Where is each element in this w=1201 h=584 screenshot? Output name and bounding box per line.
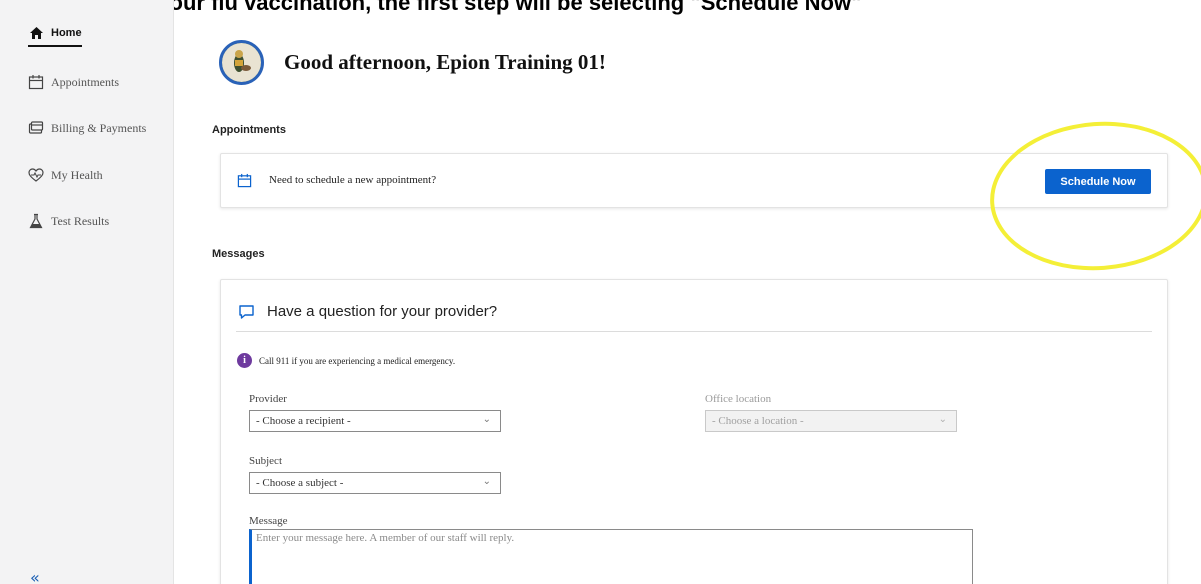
- schedule-now-button[interactable]: Schedule Now: [1045, 169, 1151, 194]
- sidebar: Home Appointments Billing & Payments My …: [0, 0, 174, 584]
- office-location-select-value: - Choose a location -: [712, 415, 804, 427]
- collapse-sidebar-button[interactable]: «: [30, 568, 40, 584]
- provider-select[interactable]: - Choose a recipient - ⌄: [249, 410, 501, 432]
- sidebar-item-label: Home: [51, 27, 82, 39]
- message-textarea[interactable]: Enter your message here. A member of our…: [249, 529, 973, 584]
- sidebar-item-label: Appointments: [51, 74, 119, 89]
- office-location-select[interactable]: - Choose a location - ⌄: [705, 410, 957, 432]
- sidebar-item-billing[interactable]: Billing & Payments: [28, 120, 146, 136]
- heart-icon: [28, 167, 44, 183]
- flask-icon: [28, 213, 44, 229]
- appointments-heading: Appointments: [212, 124, 286, 136]
- messages-card-title: Have a question for your provider?: [267, 303, 498, 320]
- sidebar-item-label: Billing & Payments: [51, 120, 147, 135]
- avatar-image: [222, 43, 261, 82]
- appointment-prompt: Need to schedule a new appointment?: [269, 174, 437, 186]
- appointment-card: Need to schedule a new appointment? Sche…: [220, 153, 1168, 208]
- subject-label: Subject: [249, 455, 282, 467]
- emergency-alert: i Call 911 if you are experiencing a med…: [237, 353, 455, 368]
- calendar-icon: [28, 74, 44, 90]
- subject-select[interactable]: - Choose a subject - ⌄: [249, 472, 501, 494]
- info-icon: i: [237, 353, 252, 368]
- page-greeting: Good afternoon, Epion Training 01!: [284, 50, 606, 74]
- home-icon: [28, 25, 44, 41]
- sidebar-item-appointments[interactable]: Appointments: [28, 74, 119, 90]
- chevron-down-icon: ⌄: [482, 476, 491, 487]
- provider-label: Provider: [249, 393, 287, 405]
- alert-text: Call 911 if you are experiencing a medic…: [259, 355, 456, 366]
- active-indicator: [28, 45, 82, 47]
- subject-select-value: - Choose a subject -: [256, 477, 344, 489]
- chat-bubble-icon: [238, 304, 255, 325]
- sidebar-item-label: Test Results: [51, 213, 110, 228]
- sidebar-item-my-health[interactable]: My Health: [28, 167, 103, 183]
- sidebar-item-home[interactable]: Home: [28, 25, 82, 47]
- messages-heading: Messages: [212, 248, 265, 260]
- calendar-icon: [237, 173, 252, 193]
- provider-select-value: - Choose a recipient -: [256, 415, 351, 427]
- avatar[interactable]: [219, 40, 264, 85]
- instruction-banner: 3. To schedule your flu vaccination, the…: [0, 0, 862, 15]
- divider: [236, 331, 1152, 332]
- message-label: Message: [249, 515, 288, 527]
- chevron-down-icon: ⌄: [482, 414, 491, 425]
- chevron-down-icon: ⌄: [938, 414, 947, 425]
- billing-icon: [28, 120, 44, 136]
- sidebar-item-label: My Health: [51, 167, 103, 182]
- office-location-label: Office location: [705, 393, 772, 405]
- sidebar-item-test-results[interactable]: Test Results: [28, 213, 109, 229]
